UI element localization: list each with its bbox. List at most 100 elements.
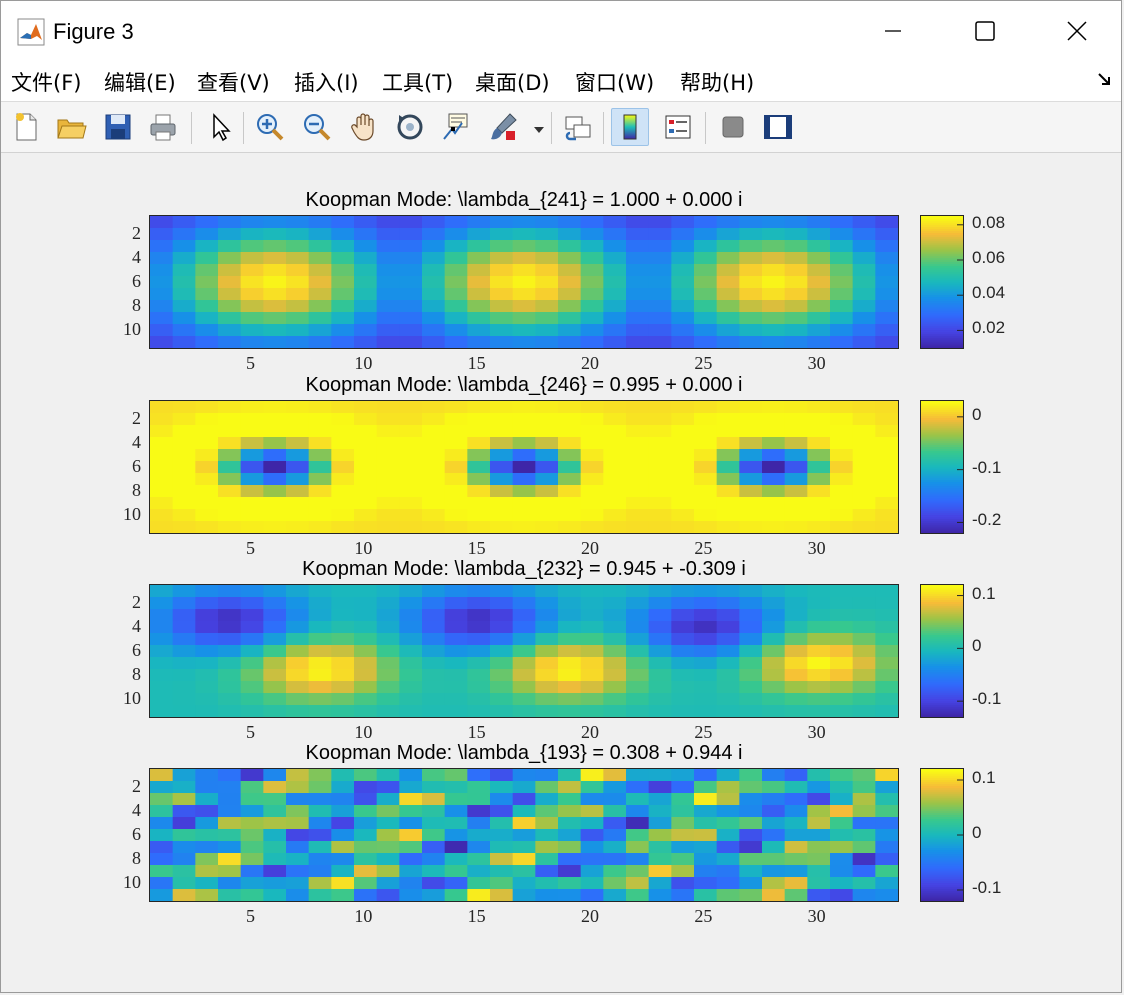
heatmap-cell bbox=[739, 521, 763, 533]
heatmap-cell bbox=[218, 336, 242, 348]
menu-desktop[interactable]: 桌面(D) bbox=[475, 67, 550, 97]
heatmap-cell bbox=[626, 300, 650, 313]
heatmap-cell bbox=[626, 865, 650, 878]
menu-window[interactable]: 窗口(W) bbox=[575, 67, 654, 97]
heatmap-cell bbox=[875, 300, 898, 313]
heatmap-cell bbox=[331, 645, 355, 658]
heatmap-cell bbox=[626, 889, 650, 901]
zoom-out-button[interactable] bbox=[298, 108, 336, 146]
plot-4-colorbar[interactable] bbox=[920, 768, 964, 902]
heatmap-cell bbox=[467, 657, 491, 670]
heatmap-cell bbox=[354, 781, 378, 794]
title-bar[interactable]: Figure 3 bbox=[1, 1, 1121, 61]
dock-arrow-icon[interactable] bbox=[1097, 71, 1113, 92]
heatmap-cell bbox=[490, 841, 514, 854]
pointer-button[interactable] bbox=[201, 108, 239, 146]
close-button[interactable] bbox=[1031, 1, 1123, 61]
heatmap-cell bbox=[648, 693, 672, 706]
heatmap-cell bbox=[331, 669, 355, 682]
heatmap-cell bbox=[648, 425, 672, 438]
heatmap-cell bbox=[875, 425, 898, 438]
plot-3-heatmap[interactable] bbox=[149, 584, 899, 718]
heatmap-cell bbox=[467, 276, 491, 289]
heatmap-cell bbox=[694, 705, 718, 717]
heatmap-cell bbox=[376, 473, 400, 486]
heatmap-cell bbox=[512, 805, 536, 818]
heatmap-cell bbox=[648, 585, 672, 598]
heatmap-cells bbox=[150, 769, 898, 901]
heatmap-cell bbox=[331, 693, 355, 706]
show-plot-tools-button[interactable] bbox=[759, 108, 797, 146]
heatmap-cell bbox=[422, 312, 446, 325]
menu-file[interactable]: 文件(F) bbox=[11, 67, 81, 97]
maximize-button[interactable] bbox=[939, 1, 1031, 61]
heatmap-cell bbox=[240, 324, 264, 337]
heatmap-cell bbox=[603, 288, 627, 301]
plot-1-heatmap[interactable] bbox=[149, 215, 899, 349]
heatmap-cell bbox=[671, 633, 695, 646]
plot-1-colorbar[interactable] bbox=[920, 215, 964, 349]
heatmap-cell bbox=[286, 497, 310, 510]
plot-4-heatmap[interactable] bbox=[149, 768, 899, 902]
heatmap-cell bbox=[218, 877, 242, 890]
heatmap-cell bbox=[512, 585, 536, 598]
heatmap-cell bbox=[852, 276, 876, 289]
heatmap-cell bbox=[762, 633, 786, 646]
heatmap-cell bbox=[240, 401, 264, 414]
x-tick-label: 5 bbox=[246, 538, 255, 558]
heatmap-cell bbox=[671, 865, 695, 878]
heatmap-cell bbox=[762, 705, 786, 717]
heatmap-cell bbox=[671, 781, 695, 794]
heatmap-cell bbox=[331, 473, 355, 486]
zoom-in-button[interactable] bbox=[251, 108, 289, 146]
heatmap-cell bbox=[308, 633, 332, 646]
menu-view[interactable]: 查看(V) bbox=[197, 67, 270, 97]
heatmap-cell bbox=[354, 597, 378, 610]
link-plot-button[interactable] bbox=[559, 108, 597, 146]
heatmap-cell bbox=[648, 521, 672, 533]
heatmap-cell bbox=[354, 216, 378, 229]
heatmap-cells bbox=[150, 585, 898, 717]
menu-tools[interactable]: 工具(T) bbox=[382, 67, 453, 97]
heatmap-cell bbox=[195, 865, 219, 878]
hide-plot-tools-button[interactable] bbox=[714, 108, 752, 146]
menu-edit[interactable]: 编辑(E) bbox=[104, 67, 176, 97]
heatmap-cell bbox=[422, 585, 446, 598]
heatmap-cell bbox=[467, 521, 491, 533]
plot-2-colorbar[interactable] bbox=[920, 400, 964, 534]
heatmap-cell bbox=[626, 437, 650, 450]
heatmap-cell bbox=[830, 485, 854, 498]
heatmap-cell bbox=[807, 276, 831, 289]
toolbar-separator bbox=[551, 112, 552, 144]
pan-button[interactable] bbox=[345, 108, 383, 146]
heatmap-cell bbox=[490, 585, 514, 598]
heatmap-cell bbox=[218, 288, 242, 301]
heatmap-cell bbox=[875, 865, 898, 878]
x-tick-label: 10 bbox=[354, 353, 373, 373]
heatmap-cell bbox=[150, 609, 174, 622]
heatmap-cell bbox=[648, 401, 672, 414]
legend-button[interactable] bbox=[659, 108, 697, 146]
minimize-button[interactable] bbox=[847, 1, 939, 61]
print-button[interactable] bbox=[144, 108, 182, 146]
rotate-3d-button[interactable] bbox=[391, 108, 429, 146]
colorbar-gradient bbox=[921, 216, 963, 349]
menu-insert[interactable]: 插入(I) bbox=[294, 67, 359, 97]
brush-dropdown-icon[interactable] bbox=[533, 122, 545, 140]
plot-3-colorbar[interactable] bbox=[920, 584, 964, 718]
heatmap-cell bbox=[172, 681, 196, 694]
brush-button[interactable] bbox=[485, 108, 523, 146]
menu-help[interactable]: 帮助(H) bbox=[680, 67, 754, 97]
colorbar-button[interactable] bbox=[611, 108, 649, 146]
heatmap-cell bbox=[195, 781, 219, 794]
heatmap-cell bbox=[535, 264, 559, 277]
plot-2-heatmap[interactable] bbox=[149, 400, 899, 534]
new-figure-button[interactable] bbox=[7, 108, 45, 146]
heatmap-cell bbox=[218, 645, 242, 658]
data-cursor-button[interactable] bbox=[437, 108, 475, 146]
open-file-button[interactable] bbox=[52, 108, 90, 146]
heatmap-cell bbox=[195, 597, 219, 610]
save-button[interactable] bbox=[99, 108, 137, 146]
heatmap-cell bbox=[512, 829, 536, 842]
heatmap-cell bbox=[784, 645, 808, 658]
